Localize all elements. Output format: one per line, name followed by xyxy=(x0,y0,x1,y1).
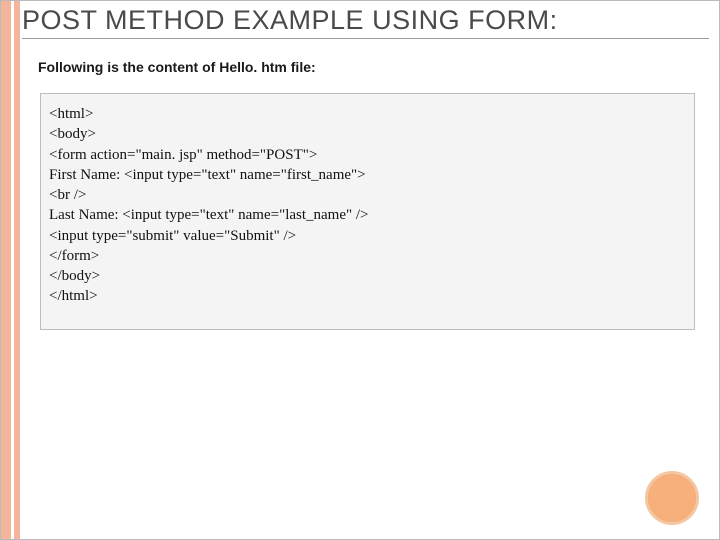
code-line: <body> xyxy=(49,124,686,144)
code-line: </form> xyxy=(49,246,686,266)
decor-circle-icon xyxy=(645,471,699,525)
slide-page: POST METHOD EXAMPLE USING FORM: Followin… xyxy=(0,0,720,540)
code-box: <html> <body> <form action="main. jsp" m… xyxy=(40,93,695,330)
code-line: <br /> xyxy=(49,185,686,205)
intro-text: Following is the content of Hello. htm f… xyxy=(38,59,709,75)
code-line: <form action="main. jsp" method="POST"> xyxy=(49,145,686,165)
page-title: POST METHOD EXAMPLE USING FORM: xyxy=(22,5,709,39)
decor-stripe-wide xyxy=(1,1,11,539)
content-area: POST METHOD EXAMPLE USING FORM: Followin… xyxy=(20,1,719,539)
code-line: </body> xyxy=(49,266,686,286)
code-line: <input type="submit" value="Submit" /> xyxy=(49,226,686,246)
code-line: </html> xyxy=(49,286,686,306)
code-line: Last Name: <input type="text" name="last… xyxy=(49,205,686,225)
code-line: <html> xyxy=(49,104,686,124)
code-line: First Name: <input type="text" name="fir… xyxy=(49,165,686,185)
